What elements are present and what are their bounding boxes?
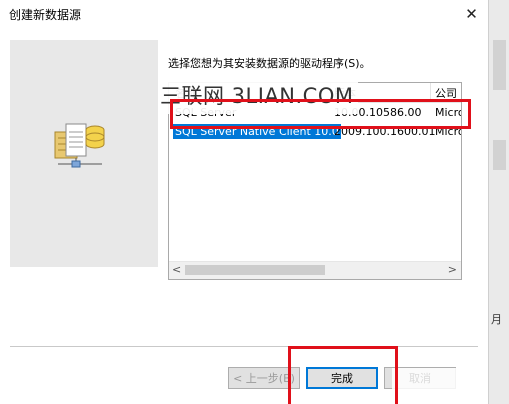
title-bar: 创建新数据源 ✕ <box>0 0 488 28</box>
background-block <box>493 40 506 90</box>
scroll-right-icon[interactable]: > <box>448 263 457 276</box>
cancel-redaction <box>392 368 470 390</box>
database-driver-icon <box>54 123 105 168</box>
create-data-source-dialog: 创建新数据源 ✕ 选择您想为其安装数据源的驱动程序(S)。 名称 版本 公司 <box>0 0 488 404</box>
annotation-box-sql-server <box>170 99 471 129</box>
annotation-box-finish <box>288 346 398 404</box>
scroll-left-icon[interactable]: < <box>172 263 181 276</box>
wizard-graphic-panel <box>10 40 158 267</box>
dialog-title: 创建新数据源 <box>9 8 82 22</box>
background-window-edge: 月 <box>488 0 509 404</box>
footer-divider <box>10 346 478 347</box>
background-block <box>493 140 506 170</box>
scroll-thumb[interactable] <box>185 265 325 275</box>
background-text: 月 <box>491 313 502 326</box>
instruction-text: 选择您想为其安装数据源的驱动程序(S)。 <box>168 57 371 70</box>
horizontal-scrollbar[interactable]: < > <box>169 261 461 279</box>
close-icon[interactable]: ✕ <box>455 0 488 28</box>
